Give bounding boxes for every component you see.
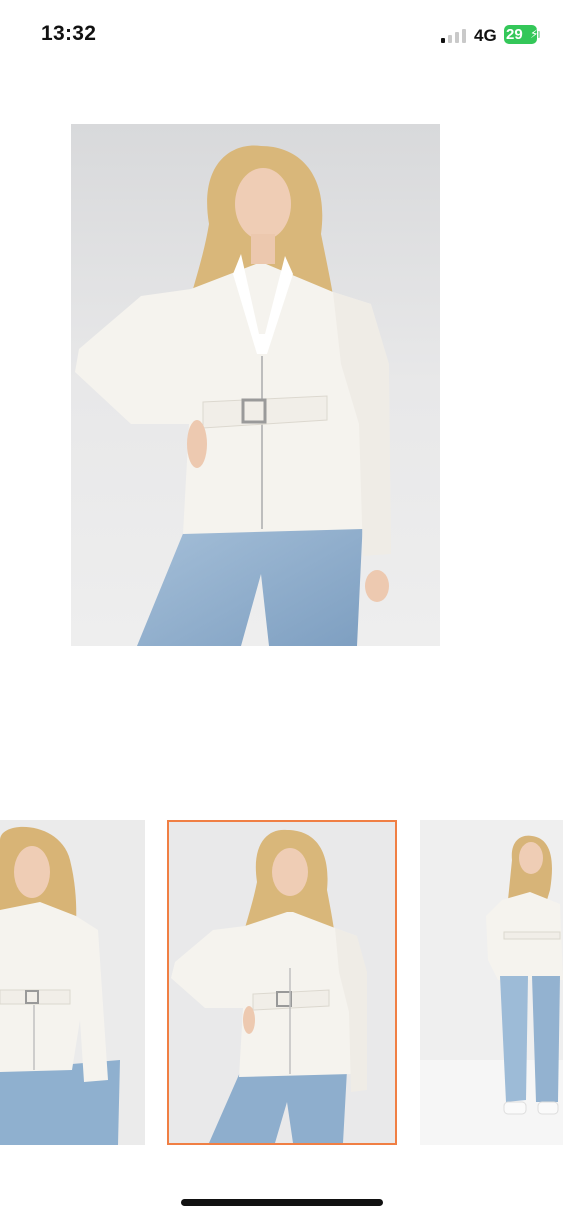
status-bar: 13:32 4G 29 ⚡ (0, 0, 563, 70)
battery-icon: 29 ⚡ (504, 25, 540, 44)
cellular-signal-icon (441, 27, 467, 43)
battery-level: 29 (506, 26, 523, 43)
status-time: 13:32 (41, 22, 97, 45)
home-indicator[interactable] (181, 1199, 383, 1206)
network-type: 4G (474, 26, 497, 45)
main-product-image[interactable] (71, 124, 440, 646)
thumbnail-1[interactable] (0, 820, 145, 1145)
thumbnail-2-selected[interactable] (167, 820, 397, 1145)
thumbnail-3[interactable] (420, 820, 563, 1145)
